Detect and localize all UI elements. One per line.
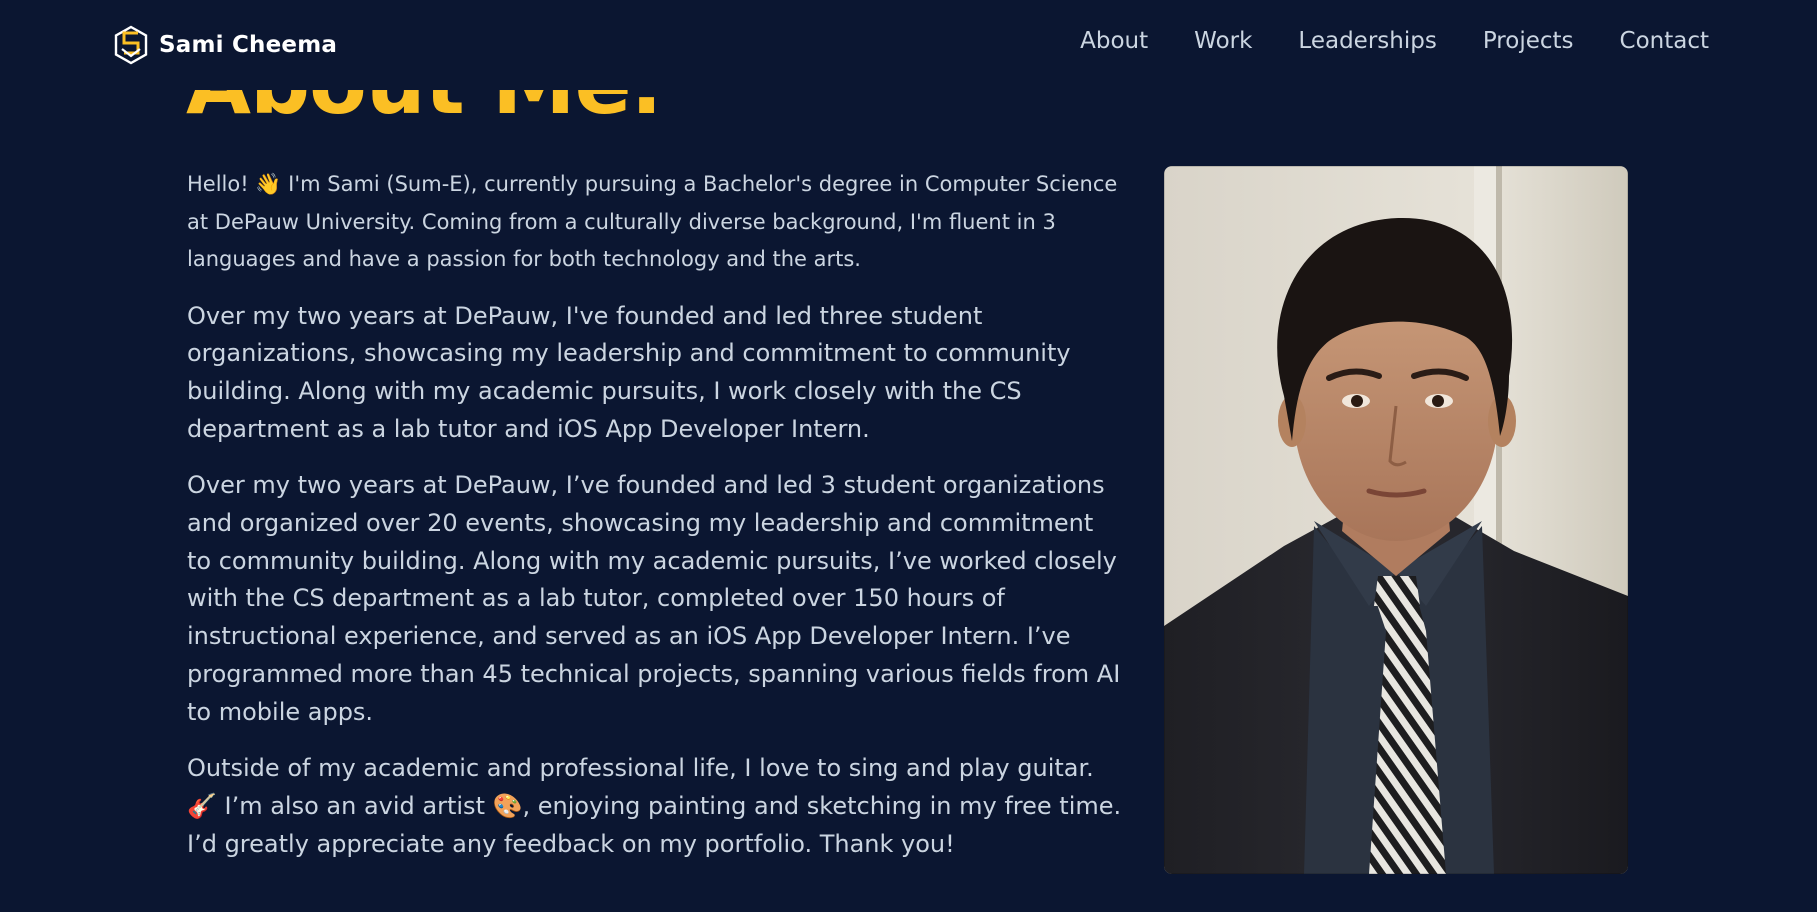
nav-contact[interactable]: Contact: [1620, 28, 1709, 54]
nav-leaderships[interactable]: Leaderships: [1298, 28, 1436, 54]
nav-projects[interactable]: Projects: [1483, 28, 1574, 54]
page: About Me. Sami Cheema About Work Leaders…: [0, 0, 1817, 912]
about-paragraph: Outside of my academic and professional …: [187, 754, 1122, 858]
brand-name: Sami Cheema: [159, 32, 338, 58]
about-intro-paragraph: Hello! 👋 I'm Sami (Sum-E), currently pur…: [187, 172, 1118, 271]
nav-about[interactable]: About: [1080, 28, 1148, 54]
brand-link[interactable]: Sami Cheema: [113, 25, 337, 65]
about-paragraph: Over my two years at DePauw, I’ve founde…: [187, 471, 1121, 726]
nav-work[interactable]: Work: [1194, 28, 1252, 54]
about-paragraph: Over my two years at DePauw, I've founde…: [187, 301, 1071, 443]
profile-photo: [1164, 166, 1628, 874]
main-nav: About Work Leaderships Projects Contact: [1080, 28, 1709, 54]
site-header: Sami Cheema About Work Leaderships Proje…: [0, 0, 1817, 90]
hexagon-monogram-icon: [114, 25, 148, 65]
about-text: Hello! 👋 I'm Sami (Sum-E), currently pur…: [187, 166, 1122, 882]
